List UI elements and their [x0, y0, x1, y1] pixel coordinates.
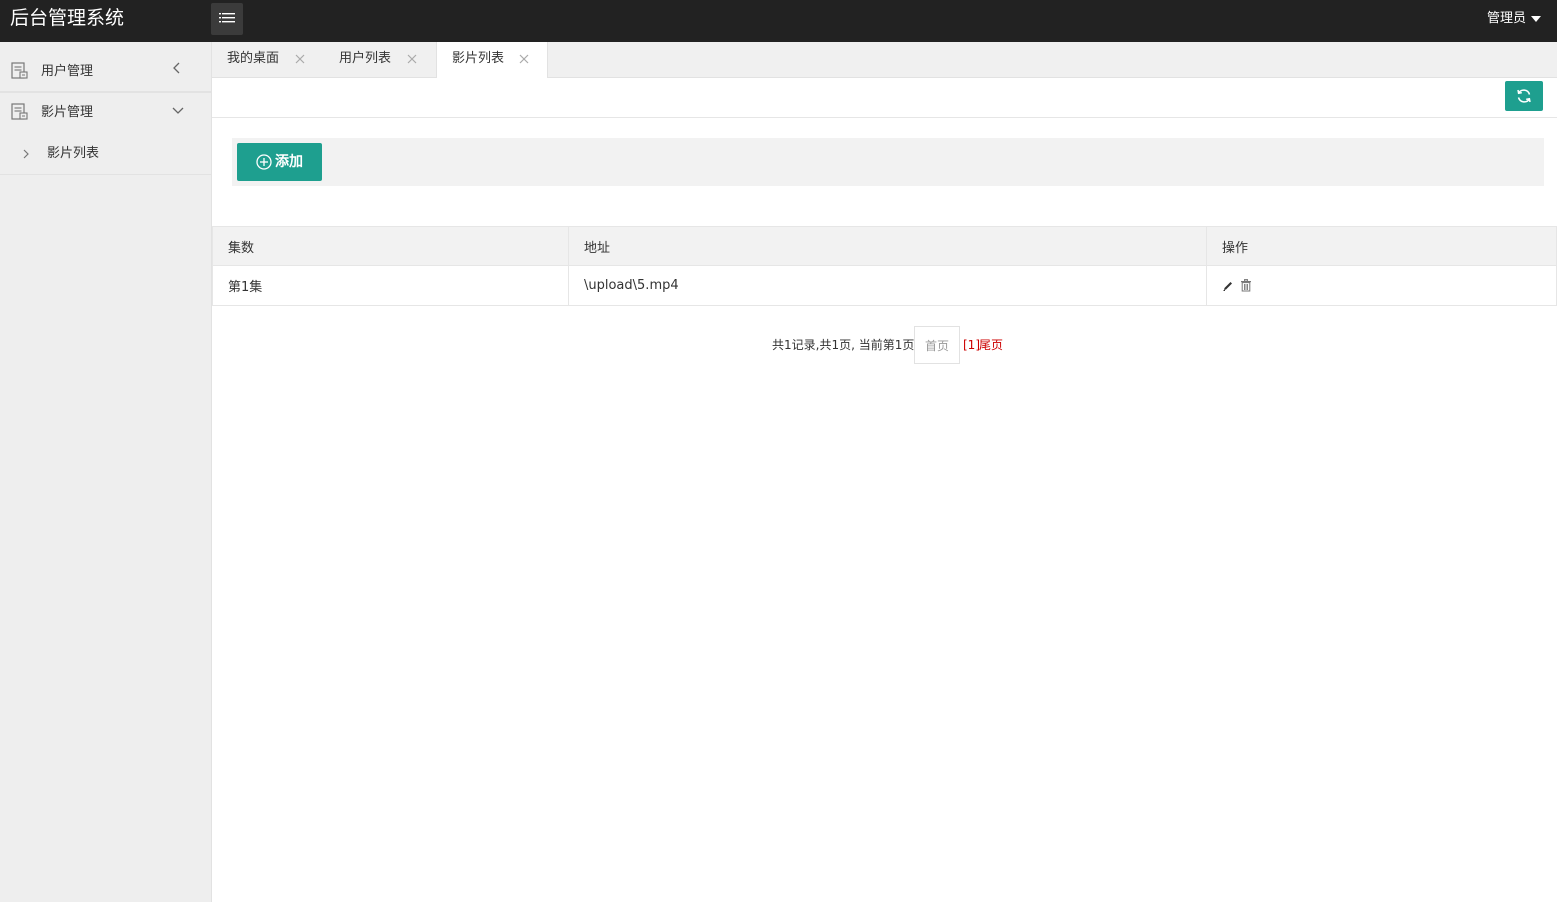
- refresh-button[interactable]: [1505, 81, 1543, 111]
- last-page-link[interactable]: 尾页: [979, 326, 1003, 364]
- table-row: 第1集 \upload\5.mp4: [212, 265, 1557, 306]
- chevron-right-icon: [23, 149, 29, 159]
- sidebar-subitem-film-list[interactable]: 影片列表: [0, 132, 211, 175]
- tab-label: 我的桌面: [227, 51, 280, 66]
- document-icon: [11, 103, 28, 120]
- table-header-row: 集数 地址 操作: [212, 226, 1557, 266]
- current-page-link[interactable]: [1]: [963, 326, 980, 364]
- column-header-address: 地址: [568, 226, 1207, 266]
- sidebar-item-user-management[interactable]: 用户管理: [0, 42, 211, 92]
- top-bar: 后台管理系统 管理员: [0, 0, 1557, 42]
- cell-episode: 第1集: [212, 265, 569, 306]
- tab-bar: 我的桌面 用户列表 影片列表: [212, 42, 1557, 79]
- sidebar-item-label: 影片管理: [41, 105, 94, 120]
- close-icon[interactable]: [519, 54, 529, 64]
- plus-circle-icon: [256, 154, 272, 170]
- close-icon[interactable]: [295, 54, 305, 64]
- chevron-down-icon: [172, 107, 184, 114]
- pagination-summary: 共1记录,共1页, 当前第1页: [772, 338, 915, 352]
- user-menu[interactable]: 管理员: [1487, 10, 1541, 28]
- add-button-label: 添加: [275, 154, 303, 170]
- sidebar: 用户管理 影片管理 影片列表: [0, 42, 212, 902]
- tab-label: 影片列表: [452, 51, 505, 66]
- episode-table: 集数 地址 操作 第1集 \upload\5.mp4: [212, 226, 1557, 306]
- action-bar: 添加: [232, 138, 1544, 186]
- sidebar-item-film-management[interactable]: 影片管理: [0, 92, 211, 132]
- add-button[interactable]: 添加: [237, 143, 322, 181]
- document-icon: [11, 62, 28, 79]
- refresh-icon: [1517, 89, 1531, 103]
- first-page-button[interactable]: 首页: [914, 326, 960, 364]
- column-header-operations: 操作: [1206, 226, 1557, 266]
- menu-toggle-button[interactable]: [211, 3, 243, 35]
- tab-label: 用户列表: [339, 51, 392, 66]
- column-header-episode: 集数: [212, 226, 569, 266]
- close-icon[interactable]: [407, 54, 417, 64]
- caret-down-icon: [1531, 15, 1541, 22]
- cell-operations: [1206, 265, 1557, 306]
- page-toolbar: [212, 78, 1557, 118]
- edit-icon[interactable]: [1222, 280, 1234, 292]
- user-name: 管理员: [1486, 11, 1526, 26]
- chevron-left-icon: [173, 62, 180, 74]
- tab-my-desktop[interactable]: 我的桌面: [212, 42, 324, 78]
- tab-film-list[interactable]: 影片列表: [436, 42, 548, 79]
- sidebar-subitem-label: 影片列表: [47, 146, 100, 161]
- delete-icon[interactable]: [1240, 279, 1252, 292]
- cell-address: \upload\5.mp4: [568, 265, 1207, 306]
- tab-user-list[interactable]: 用户列表: [324, 42, 436, 78]
- app-title: 后台管理系统: [10, 7, 125, 29]
- list-icon: [219, 13, 235, 23]
- sidebar-item-label: 用户管理: [41, 64, 94, 79]
